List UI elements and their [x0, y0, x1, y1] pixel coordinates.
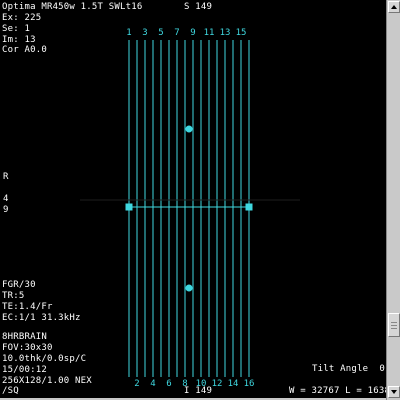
scroll-down-button[interactable]: [388, 386, 400, 398]
top-slice-label-3: 3: [142, 28, 147, 38]
bottom-slice-label-4: 4: [150, 379, 155, 389]
echo-bandwidth: EC:1/1 31.3kHz: [2, 313, 81, 323]
coronal-position: Cor A0.0: [2, 45, 47, 55]
top-slice-label-11: 11: [204, 28, 215, 38]
top-slice-label-9: 9: [190, 28, 195, 38]
scan-time: 15/00:12: [2, 365, 47, 375]
arrow-down-icon: [391, 390, 397, 394]
image-viewport[interactable]: 1 3 5 7 9 11 13 15 2 4 6 8 10 12 14 16 Optima MR450w 1…: [0, 0, 386, 398]
slice-thickness: 10.0thk/0.0sp/C: [2, 354, 87, 364]
left-handle[interactable]: [125, 203, 133, 211]
orientation-bottom: I 149: [184, 386, 213, 396]
bottom-slice-label-2: 2: [134, 379, 139, 389]
top-slice-label-1: 1: [126, 28, 131, 38]
bottom-slice-label-12: 12: [212, 379, 223, 389]
arrow-up-icon: [391, 5, 397, 9]
orientation-left-mid: 4: [3, 194, 9, 204]
window-level: W = 32767 L = 1638: [289, 386, 386, 396]
bottom-slice-label-6: 6: [166, 379, 171, 389]
scrollbar-thumb[interactable]: [388, 313, 400, 337]
exam-number: Ex: 225: [2, 13, 42, 23]
bottom-rotate-handle[interactable]: [185, 284, 193, 292]
scroll-up-button[interactable]: [388, 1, 400, 13]
slice-plan-overlay: 1 3 5 7 9 11 13 15 2 4 6 8 10 12 14 16: [80, 28, 300, 389]
echo-time: TE:1.4/Fr: [2, 302, 53, 312]
tilt-angle: Tilt Angle 0: [312, 364, 386, 374]
top-slice-label-13: 13: [220, 28, 231, 38]
slice-number: S 149: [184, 2, 213, 12]
scan-mode: /SQ: [2, 386, 19, 396]
protocol-name: 8HRBRAIN: [2, 332, 47, 342]
orientation-left-bot: 9: [3, 205, 9, 215]
right-handle[interactable]: [245, 203, 253, 211]
scanner-info: Optima MR450w 1.5T SWLt16: [2, 2, 143, 12]
field-of-view: FOV:30x30: [2, 343, 53, 353]
top-slice-label-5: 5: [158, 28, 163, 38]
repetition-time: TR:5: [2, 291, 25, 301]
series-number: Se: 1: [2, 24, 31, 34]
top-slice-label-15: 15: [236, 28, 247, 38]
sequence-type: FGR/30: [2, 280, 36, 290]
bottom-slice-label-16: 16: [244, 379, 255, 389]
top-rotate-handle[interactable]: [185, 125, 193, 133]
bottom-slice-label-14: 14: [228, 379, 239, 389]
vertical-scrollbar[interactable]: [386, 0, 400, 400]
top-slice-label-7: 7: [174, 28, 179, 38]
orientation-left-top: R: [3, 172, 9, 182]
